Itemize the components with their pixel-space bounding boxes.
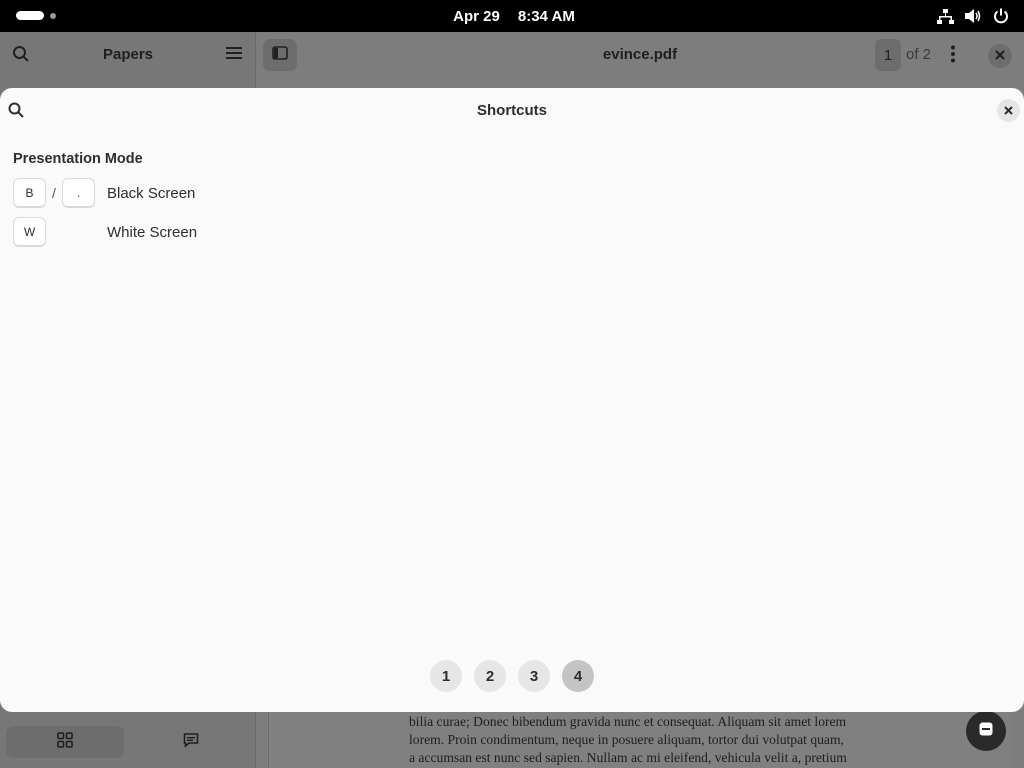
- page-button-1[interactable]: 1: [430, 660, 462, 692]
- page-count-label: of 2: [906, 46, 932, 63]
- system-top-bar: Apr 29 8:34 AM: [0, 0, 1024, 32]
- thumbnails-tab[interactable]: [6, 726, 124, 758]
- annotations-icon: [183, 732, 199, 753]
- page-text-line: a accumsan est nunc sed sapien. Nullam a…: [409, 750, 847, 765]
- key-cap: W: [13, 217, 46, 247]
- dialog-title: Shortcuts: [476, 102, 547, 119]
- more-options-icon[interactable]: [951, 45, 955, 68]
- page-button-2[interactable]: 2: [474, 660, 506, 692]
- window-close-button[interactable]: [988, 44, 1012, 68]
- system-tray[interactable]: [936, 7, 1010, 25]
- page-text-line: lorem. Proin condimentum, neque in posue…: [409, 732, 844, 747]
- section-title: Presentation Mode: [13, 151, 143, 167]
- shortcut-row-black-screen: B / . Black Screen: [13, 178, 195, 208]
- page-text-line: bilia curae; Donec bibendum gravida nunc…: [409, 714, 847, 729]
- zoom-out-icon: [979, 722, 993, 741]
- key-cap: .: [62, 178, 95, 208]
- shortcut-row-white-screen: W White Screen: [13, 217, 197, 247]
- shortcut-page-switcher: 1 2 3 4: [0, 660, 1024, 692]
- zoom-out-button[interactable]: [966, 711, 1006, 751]
- network-icon[interactable]: [936, 7, 954, 25]
- volume-icon[interactable]: [964, 7, 982, 25]
- close-icon: [1004, 102, 1013, 120]
- document-page: bilia curae; Donec bibendum gravida nunc…: [268, 708, 1012, 768]
- shortcuts-dialog: Shortcuts Presentation Mode B / . Black …: [0, 88, 1024, 712]
- clock-time: 8:34 AM: [517, 7, 575, 25]
- page-text: bilia curae; Donec bibendum gravida nunc…: [409, 713, 901, 767]
- thumbnails-icon: [57, 731, 73, 753]
- shortcut-description: White Screen: [107, 223, 198, 241]
- annotations-tab[interactable]: [132, 726, 250, 758]
- sidebar-title: Papers: [102, 46, 154, 63]
- clock-date: Apr 29: [453, 7, 500, 25]
- close-icon: [995, 47, 1005, 65]
- page-number-input[interactable]: 1: [875, 39, 901, 71]
- sidebar-header: Papers: [0, 32, 256, 78]
- page-button-4[interactable]: 4: [562, 660, 594, 692]
- dialog-close-button[interactable]: [997, 99, 1020, 122]
- clock[interactable]: Apr 29 8:34 AM: [0, 0, 1024, 32]
- page-button-3[interactable]: 3: [518, 660, 550, 692]
- key-cap: B: [13, 178, 46, 208]
- hamburger-menu-icon[interactable]: [226, 46, 242, 65]
- shortcut-description: Black Screen: [107, 184, 196, 202]
- power-icon[interactable]: [992, 7, 1010, 25]
- viewer-header: evince.pdf 1 of 2: [256, 32, 1024, 78]
- sidebar-view-switcher: [0, 712, 256, 768]
- key-separator: /: [52, 185, 56, 201]
